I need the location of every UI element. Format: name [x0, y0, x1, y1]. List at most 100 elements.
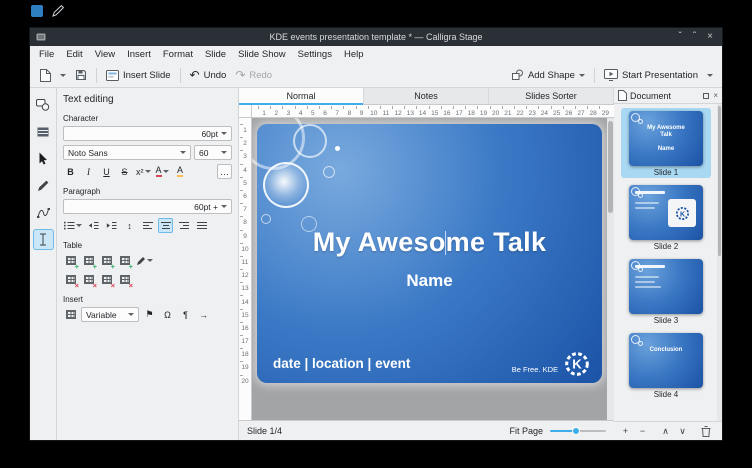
slide-thumbnail-2[interactable]: KSlide 2	[621, 182, 711, 252]
document-docker-header[interactable]: Document ×	[614, 88, 722, 104]
insert-break-button[interactable]: →	[196, 307, 211, 322]
close-button[interactable]: ×	[707, 32, 713, 42]
menu-item-file[interactable]: File	[33, 48, 60, 61]
ruler-tick: 12	[392, 105, 404, 117]
canvas-vertical-scrollbar[interactable]	[607, 118, 614, 420]
insert-row-above-button[interactable]: +	[63, 253, 78, 268]
align-justify-button[interactable]	[194, 218, 209, 233]
ruler-tick: 25	[551, 105, 563, 117]
add-slide-button[interactable]: +	[618, 424, 633, 438]
slide-thumbnail-4[interactable]: ConclusionSlide 4	[621, 330, 711, 400]
special-character-button[interactable]: Ω	[160, 307, 175, 322]
stencil-box-tool[interactable]	[33, 121, 54, 142]
variable-combo[interactable]: Variable	[81, 307, 139, 322]
add-shape-button[interactable]: Add Shape	[507, 65, 589, 85]
zoom-slider-handle[interactable]	[572, 427, 580, 435]
increase-indent-button[interactable]	[104, 218, 119, 233]
float-docker-icon[interactable]	[703, 93, 709, 99]
menu-item-insert[interactable]: Insert	[121, 48, 157, 61]
insert-column-right-button[interactable]: +	[117, 253, 132, 268]
font-size-combo[interactable]: 60	[194, 145, 232, 160]
underline-button[interactable]: U	[99, 164, 114, 179]
table-border-style-button[interactable]	[135, 253, 154, 268]
desktop-pen-icon[interactable]	[52, 5, 64, 17]
path-tool[interactable]	[33, 202, 54, 223]
basic-shapes-tool[interactable]	[33, 94, 54, 115]
desktop-app-icon[interactable]	[31, 5, 43, 17]
character-style-combo[interactable]: 60pt	[63, 126, 232, 141]
menu-item-slide-show[interactable]: Slide Show	[232, 48, 292, 61]
calligraphy-tool[interactable]	[33, 175, 54, 196]
italic-button[interactable]: I	[81, 164, 96, 179]
undo-button[interactable]: ↶ Undo	[186, 65, 231, 85]
tab-slides-sorter[interactable]: Slides Sorter	[489, 88, 614, 104]
delete-column-button[interactable]: ×	[81, 272, 96, 287]
bold-button[interactable]: B	[63, 164, 78, 179]
undo-icon: ↶	[190, 69, 200, 81]
paragraph-mark-button[interactable]: ¶	[178, 307, 193, 322]
zoom-mode-button[interactable]: Fit Page	[509, 426, 543, 436]
slide-thumbnail-1[interactable]: My Awesome TalkNameSlide 1	[621, 108, 711, 178]
insert-field-button[interactable]	[63, 307, 78, 322]
highlight-color-button[interactable]: A	[173, 164, 188, 179]
text-tool[interactable]	[33, 229, 54, 250]
indent-icon	[106, 221, 117, 230]
remove-slide-button[interactable]: −	[635, 424, 650, 438]
menu-item-format[interactable]: Format	[157, 48, 199, 61]
titlebar[interactable]: KDE events presentation template * — Cal…	[30, 28, 722, 46]
delete-slide-button[interactable]	[698, 424, 713, 438]
align-left-button[interactable]	[140, 218, 155, 233]
font-family-combo[interactable]: Noto Sans	[63, 145, 191, 160]
move-slide-up-button[interactable]: ∧	[658, 424, 673, 438]
line-spacing-button[interactable]: ↕	[122, 218, 137, 233]
insert-slide-button[interactable]: Insert Slide	[102, 65, 175, 85]
thumbnails-scrollbar[interactable]	[717, 104, 722, 421]
redo-button[interactable]: ↷ Redo	[231, 65, 276, 85]
delete-row-button[interactable]: ×	[63, 272, 78, 287]
scrollbar-thumb[interactable]	[608, 121, 613, 213]
menu-item-settings[interactable]: Settings	[292, 48, 338, 61]
decrease-indent-button[interactable]	[86, 218, 101, 233]
slide[interactable]: My Awesome Talk Name date | location | e…	[257, 124, 602, 383]
start-presentation-button[interactable]: Start Presentation	[600, 65, 702, 85]
character-more-options-button[interactable]: …	[217, 164, 232, 179]
toolbar-overflow-button[interactable]	[703, 65, 717, 85]
move-slide-down-button[interactable]: ∨	[675, 424, 690, 438]
paragraph-size-combo[interactable]: 60pt +	[63, 199, 232, 214]
minimize-button[interactable]: ˇ	[678, 32, 681, 42]
menu-item-slide[interactable]: Slide	[199, 48, 232, 61]
open-recent-dropdown[interactable]	[56, 65, 70, 85]
pen-icon	[37, 180, 49, 192]
slide-thumbnail-3[interactable]: Slide 3	[621, 256, 711, 326]
align-center-button[interactable]	[158, 218, 173, 233]
font-color-button[interactable]: A	[155, 164, 170, 179]
insert-bookmark-button[interactable]: ⚑	[142, 307, 157, 322]
menu-item-view[interactable]: View	[89, 48, 121, 61]
slide-title-textframe[interactable]: My Awesome Talk	[257, 227, 602, 258]
selection-tool[interactable]	[33, 148, 54, 169]
close-docker-icon[interactable]: ×	[713, 92, 718, 100]
maximize-button[interactable]: ˆ	[693, 32, 696, 42]
menu-item-edit[interactable]: Edit	[60, 48, 88, 61]
save-button[interactable]	[71, 65, 91, 85]
merge-cells-button[interactable]: ×	[99, 272, 114, 287]
zoom-slider[interactable]	[550, 426, 606, 436]
document-icon	[618, 90, 627, 101]
menu-item-help[interactable]: Help	[338, 48, 370, 61]
ruler-tick: 29	[599, 105, 611, 117]
tab-notes[interactable]: Notes	[364, 88, 489, 104]
slide-canvas[interactable]: My Awesome Talk Name date | location | e…	[252, 118, 614, 420]
list-style-button[interactable]	[63, 218, 83, 233]
insert-column-left-button[interactable]: +	[99, 253, 114, 268]
scrollbar-thumb[interactable]	[718, 106, 721, 256]
tab-normal[interactable]: Normal	[239, 88, 364, 104]
more-icon: …	[220, 167, 229, 177]
slide-footer-textframe[interactable]: date | location | event	[273, 356, 410, 371]
slide-subtitle-textframe[interactable]: Name	[257, 271, 602, 291]
split-cells-button[interactable]: ×	[117, 272, 132, 287]
strikethrough-button[interactable]: S	[117, 164, 132, 179]
superscript-button[interactable]: x²	[135, 164, 152, 179]
insert-row-below-button[interactable]: +	[81, 253, 96, 268]
new-document-button[interactable]	[35, 65, 55, 85]
align-right-button[interactable]	[176, 218, 191, 233]
